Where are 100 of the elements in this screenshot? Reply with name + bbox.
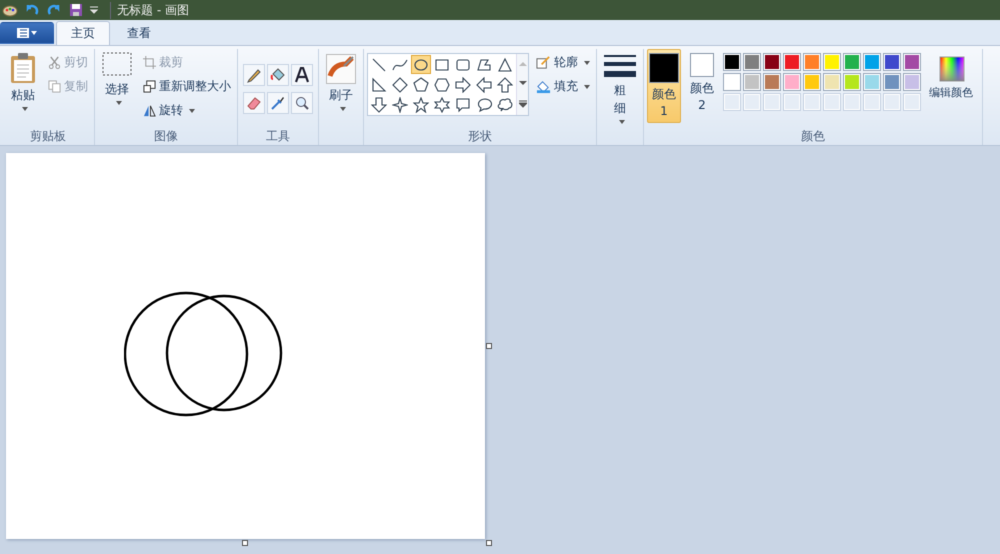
letter-a-icon (294, 66, 310, 82)
shape-button[interactable] (390, 75, 410, 94)
resize-button[interactable]: 重新调整大小 (140, 76, 234, 97)
caret-icon (584, 60, 590, 64)
palette-color[interactable] (823, 53, 841, 71)
select-button[interactable]: 选择 (98, 49, 136, 108)
shape-icon (371, 96, 387, 112)
shape-button[interactable] (411, 55, 431, 74)
shape-icon (413, 56, 429, 72)
palette-color[interactable] (723, 73, 741, 91)
magnifier-icon (294, 94, 310, 110)
shape-icon (476, 56, 492, 72)
line-width-button[interactable]: 粗细 (600, 51, 640, 131)
caret-icon (22, 107, 28, 111)
palette-color[interactable] (903, 73, 921, 91)
shape-icon (371, 56, 387, 72)
window-title: 无标题 - 画图 (110, 2, 189, 18)
palette-color[interactable] (863, 53, 881, 71)
shape-icon (413, 76, 429, 92)
dropdown-icon[interactable] (90, 6, 98, 14)
expand-gallery-icon[interactable] (518, 100, 526, 108)
palette-color[interactable] (803, 73, 821, 91)
resize-handle[interactable] (486, 540, 492, 546)
caret-icon (584, 84, 590, 88)
ribbon-tab[interactable]: 主页 (56, 21, 110, 45)
shape-icon (413, 96, 429, 112)
ribbon-tab[interactable]: 查看 (112, 21, 166, 45)
palette-color[interactable] (823, 73, 841, 91)
palette-color[interactable] (843, 73, 861, 91)
palette-color[interactable] (803, 53, 821, 71)
edit-colors-button[interactable]: 编辑颜色 (925, 49, 979, 103)
fill-bucket-tool[interactable] (267, 64, 289, 86)
shape-icon (455, 96, 471, 112)
palette-color[interactable] (783, 53, 801, 71)
palette-color[interactable] (763, 73, 781, 91)
magnifier-tool[interactable] (291, 92, 313, 114)
paint-bucket-icon (270, 66, 286, 82)
palette-color[interactable] (783, 73, 801, 91)
outline-pencil-icon (536, 55, 551, 70)
palette-color[interactable] (863, 73, 881, 91)
caret-icon (340, 107, 346, 111)
eraser-tool[interactable] (243, 92, 265, 114)
color-2-button[interactable]: 颜色 2 (685, 49, 719, 123)
save-icon[interactable] (68, 2, 84, 18)
shape-button[interactable] (432, 95, 452, 114)
shape-button[interactable] (411, 95, 431, 114)
caret-icon (189, 108, 195, 112)
eraser-icon (246, 94, 262, 110)
palette-color[interactable] (763, 53, 781, 71)
copy-icon (48, 80, 61, 93)
shape-icon (392, 96, 408, 112)
selection-rectangle-icon (102, 52, 132, 78)
scroll-down-icon[interactable] (518, 80, 526, 86)
fill-button[interactable]: 填充 (533, 76, 593, 97)
shape-icon (497, 56, 513, 72)
fill-bucket-icon (536, 79, 551, 94)
shape-button[interactable] (453, 75, 473, 94)
palette-color[interactable] (743, 53, 761, 71)
crop-icon (143, 56, 156, 69)
shape-button[interactable] (411, 75, 431, 94)
group-label: 形状 (467, 128, 493, 145)
color-spectrum-icon (939, 56, 965, 82)
pencil-icon (246, 66, 262, 82)
rotate-button[interactable]: 旋转 (140, 100, 234, 121)
palette-color[interactable] (883, 53, 901, 71)
color-1-button[interactable]: 颜色 1 (647, 49, 681, 123)
shape-button[interactable] (369, 95, 389, 114)
pencil-tool[interactable] (243, 64, 265, 86)
group-label: 工具 (265, 128, 291, 145)
menu-icon (17, 28, 37, 38)
outline-button[interactable]: 轮廓 (533, 52, 593, 73)
eyedropper-icon (270, 94, 286, 110)
shape-icon (497, 96, 513, 112)
shape-icon (392, 76, 408, 92)
shape-button[interactable] (390, 95, 410, 114)
brushes-button[interactable]: 刷子 (322, 51, 360, 114)
paste-button[interactable]: 粘贴 (5, 49, 41, 114)
shape-button[interactable] (474, 75, 494, 94)
caret-icon (116, 101, 122, 105)
resize-icon (143, 80, 156, 93)
palette-color[interactable] (843, 53, 861, 71)
shape-button[interactable] (495, 75, 515, 94)
shape-icon (434, 76, 450, 92)
palette-color[interactable] (883, 73, 901, 91)
color-picker-tool[interactable] (267, 92, 289, 114)
palette-color[interactable] (903, 53, 921, 71)
application-menu-button[interactable] (0, 22, 54, 44)
brush-icon (326, 54, 356, 84)
shape-icon (371, 76, 387, 92)
resize-handle[interactable] (486, 343, 492, 349)
caret-icon (618, 120, 624, 124)
shape-icon (497, 76, 513, 92)
palette-color[interactable] (743, 73, 761, 91)
palette-color[interactable] (723, 53, 741, 71)
shape-icon (476, 96, 492, 112)
resize-handle[interactable] (242, 540, 248, 546)
shape-icon (455, 56, 471, 72)
shape-icon (476, 76, 492, 92)
text-tool[interactable] (291, 64, 313, 86)
shape-icon (455, 76, 471, 92)
